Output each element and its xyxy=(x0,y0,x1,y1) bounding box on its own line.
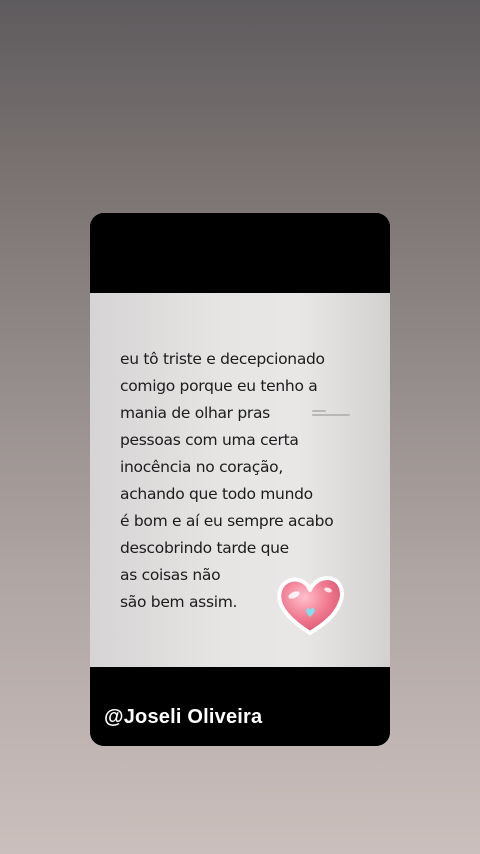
bottom-black-bar: @Joseli Oliveira xyxy=(90,667,390,746)
author-handle[interactable]: @Joseli Oliveira xyxy=(104,706,262,729)
story-card: eu tô triste e decepcionado comigo porqu… xyxy=(90,213,390,746)
quote-line: descobrindo tarde que xyxy=(120,539,289,557)
quote-line: pessoas com uma certa xyxy=(120,431,299,449)
heart-icon xyxy=(277,576,344,635)
quote-line: é bom e aí eu sempre acabo xyxy=(120,512,334,530)
quote-line: inocência no coração, xyxy=(120,458,283,476)
quote-line: eu tô triste e decepcionado xyxy=(120,350,325,368)
quote-line: comigo porque eu tenho a xyxy=(120,377,318,395)
quote-paper: eu tô triste e decepcionado comigo porqu… xyxy=(90,293,390,667)
quote-line: achando que todo mundo xyxy=(120,485,313,503)
story-screen: { "post": { "quote_lines": [ "eu tô tris… xyxy=(0,0,480,854)
faint-watermark xyxy=(312,410,350,418)
top-black-bar xyxy=(90,213,390,293)
